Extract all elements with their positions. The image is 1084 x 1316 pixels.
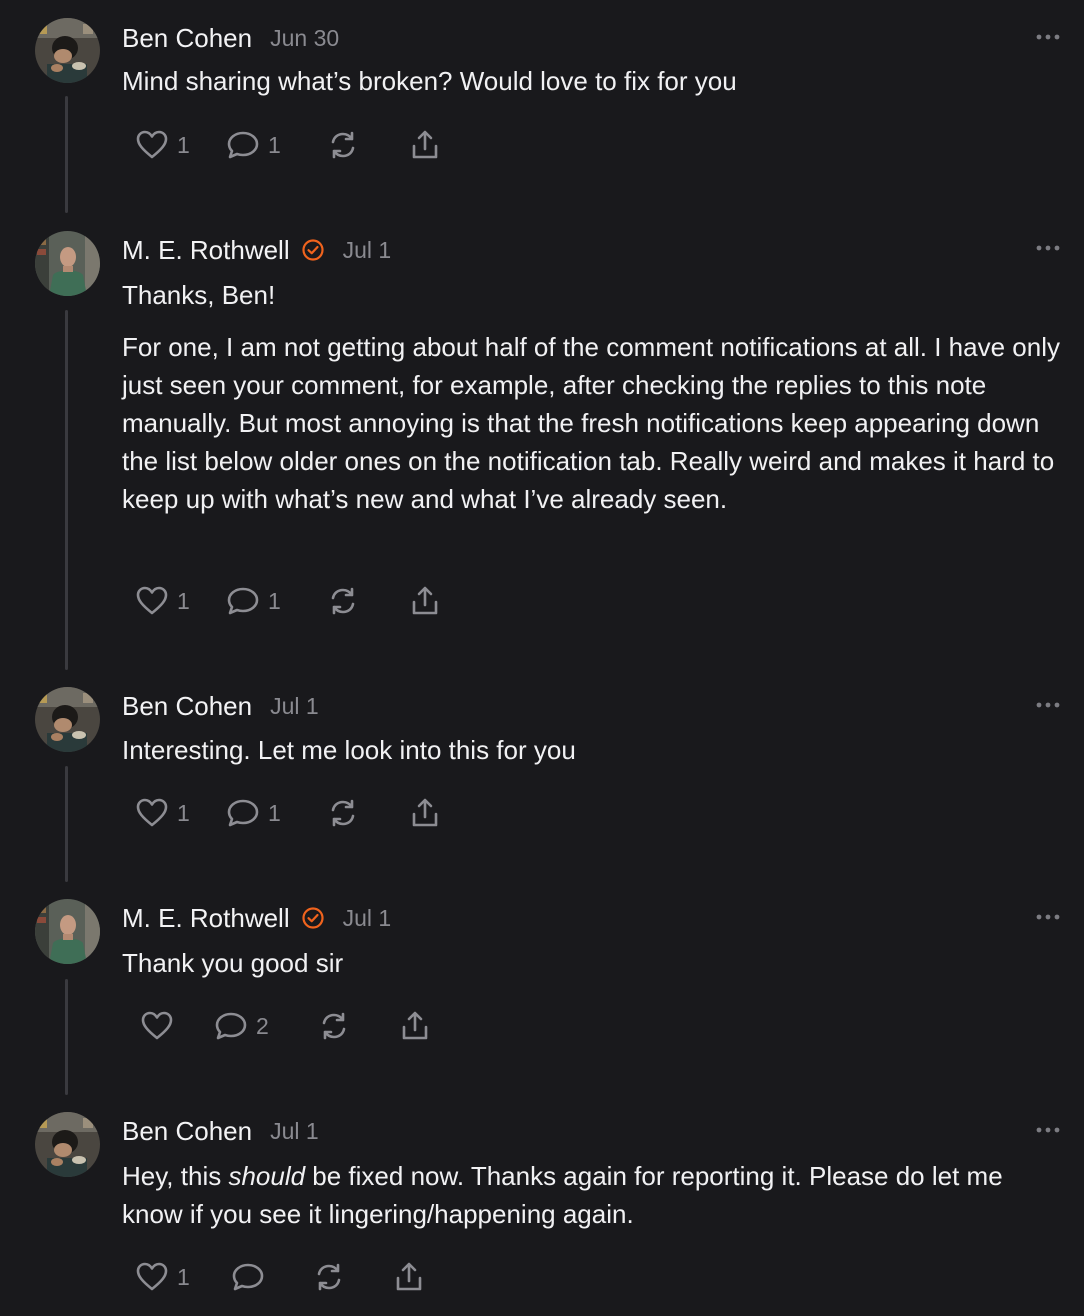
comment-body: Mind sharing what’s broken? Would love t… bbox=[122, 62, 1067, 100]
share-button[interactable] bbox=[409, 125, 441, 165]
comment-header: M. E. Rothwell Jul 1 bbox=[122, 230, 391, 270]
reply-count: 1 bbox=[268, 587, 281, 614]
comment-paragraph: Thanks, Ben! bbox=[122, 280, 276, 310]
avatar[interactable] bbox=[35, 687, 100, 752]
comment-actions: 1 1 bbox=[0, 793, 600, 833]
avatar[interactable] bbox=[35, 899, 100, 964]
more-options-icon[interactable] bbox=[1035, 241, 1061, 255]
restack-icon bbox=[331, 131, 355, 159]
reply-button[interactable]: 1 bbox=[226, 793, 281, 833]
comment-body: Interesting. Let me look into this for y… bbox=[122, 731, 1067, 769]
comment-paragraph: For one, I am not getting about half of … bbox=[122, 332, 1060, 514]
like-button[interactable]: 1 bbox=[135, 1257, 190, 1297]
reply-count: 1 bbox=[268, 799, 281, 826]
avatar[interactable] bbox=[35, 231, 100, 296]
heart-icon bbox=[141, 1011, 173, 1040]
reply-button[interactable] bbox=[231, 1257, 265, 1297]
restack-icon bbox=[322, 1012, 346, 1040]
comment-icon bbox=[232, 1263, 264, 1291]
comment-paragraph: Hey, this should be fixed now. Thanks ag… bbox=[122, 1157, 1067, 1233]
restack-button[interactable] bbox=[327, 581, 359, 621]
comment-icon bbox=[215, 1012, 247, 1040]
author-name[interactable]: Ben Cohen bbox=[122, 1116, 252, 1147]
share-button[interactable] bbox=[409, 581, 441, 621]
more-options-icon[interactable] bbox=[1035, 1123, 1061, 1137]
share-icon bbox=[412, 130, 438, 159]
comment-body: Hey, this should be fixed now. Thanks ag… bbox=[122, 1157, 1067, 1233]
share-icon bbox=[402, 1011, 428, 1040]
share-icon bbox=[396, 1262, 422, 1291]
comment-actions: 2 bbox=[0, 1006, 600, 1046]
comment-actions: 1 1 bbox=[0, 125, 600, 165]
reply-button[interactable]: 2 bbox=[214, 1006, 269, 1046]
share-button[interactable] bbox=[409, 793, 441, 833]
comment-header: Ben Cohen Jul 1 bbox=[122, 686, 319, 726]
comment-icon bbox=[227, 587, 259, 615]
comment-paragraph: Interesting. Let me look into this for y… bbox=[122, 735, 576, 765]
more-options-icon[interactable] bbox=[1035, 30, 1061, 44]
heart-icon bbox=[136, 586, 168, 615]
share-button[interactable] bbox=[399, 1006, 431, 1046]
restack-button[interactable] bbox=[318, 1006, 350, 1046]
comment-date[interactable]: Jul 1 bbox=[270, 1118, 319, 1145]
like-button[interactable]: 1 bbox=[135, 125, 190, 165]
comment-date[interactable]: Jul 1 bbox=[270, 693, 319, 720]
comment-text: Hey, this bbox=[122, 1161, 229, 1191]
share-icon bbox=[412, 586, 438, 615]
like-count: 1 bbox=[177, 799, 190, 826]
comment-actions: 1 1 bbox=[0, 581, 600, 621]
verified-badge-icon bbox=[302, 239, 324, 261]
comment-text-emphasis: should bbox=[228, 1161, 306, 1191]
comment-paragraph: Mind sharing what’s broken? Would love t… bbox=[122, 66, 737, 96]
comment-header: Ben Cohen Jul 1 bbox=[122, 1111, 319, 1151]
author-name[interactable]: M. E. Rothwell bbox=[122, 235, 290, 266]
heart-icon bbox=[136, 798, 168, 827]
comment-icon bbox=[227, 799, 259, 827]
restack-icon bbox=[317, 1263, 341, 1291]
avatar[interactable] bbox=[35, 1112, 100, 1177]
like-count: 1 bbox=[177, 587, 190, 614]
like-button[interactable]: 1 bbox=[135, 581, 190, 621]
author-name[interactable]: M. E. Rothwell bbox=[122, 903, 290, 934]
comment-date[interactable]: Jul 1 bbox=[343, 905, 392, 932]
share-icon bbox=[412, 798, 438, 827]
restack-button[interactable] bbox=[313, 1257, 345, 1297]
more-options-icon[interactable] bbox=[1035, 910, 1061, 924]
reply-count: 2 bbox=[256, 1012, 269, 1039]
heart-icon bbox=[136, 1262, 168, 1291]
reply-button[interactable]: 1 bbox=[226, 125, 281, 165]
restack-button[interactable] bbox=[327, 793, 359, 833]
author-name[interactable]: Ben Cohen bbox=[122, 691, 252, 722]
author-name[interactable]: Ben Cohen bbox=[122, 23, 252, 54]
comment-date[interactable]: Jul 1 bbox=[343, 237, 392, 264]
reply-button[interactable]: 1 bbox=[226, 581, 281, 621]
comment-paragraph: Thank you good sir bbox=[122, 948, 344, 978]
comment-icon bbox=[227, 131, 259, 159]
more-options-icon[interactable] bbox=[1035, 698, 1061, 712]
comment-date[interactable]: Jun 30 bbox=[270, 25, 339, 52]
like-button[interactable]: 1 bbox=[135, 793, 190, 833]
comment-body: Thank you good sir bbox=[122, 944, 1067, 982]
like-count: 1 bbox=[177, 131, 190, 158]
verified-badge-icon bbox=[302, 907, 324, 929]
restack-icon bbox=[331, 587, 355, 615]
like-count: 1 bbox=[177, 1263, 190, 1290]
like-button[interactable] bbox=[140, 1006, 174, 1046]
comment-body: Thanks, Ben! For one, I am not getting a… bbox=[122, 276, 1067, 518]
comment-actions: 1 bbox=[0, 1257, 600, 1297]
share-button[interactable] bbox=[393, 1257, 425, 1297]
reply-count: 1 bbox=[268, 131, 281, 158]
heart-icon bbox=[136, 130, 168, 159]
avatar[interactable] bbox=[35, 18, 100, 83]
restack-icon bbox=[331, 799, 355, 827]
comment-header: M. E. Rothwell Jul 1 bbox=[122, 898, 391, 938]
restack-button[interactable] bbox=[327, 125, 359, 165]
comment-header: Ben Cohen Jun 30 bbox=[122, 18, 339, 58]
